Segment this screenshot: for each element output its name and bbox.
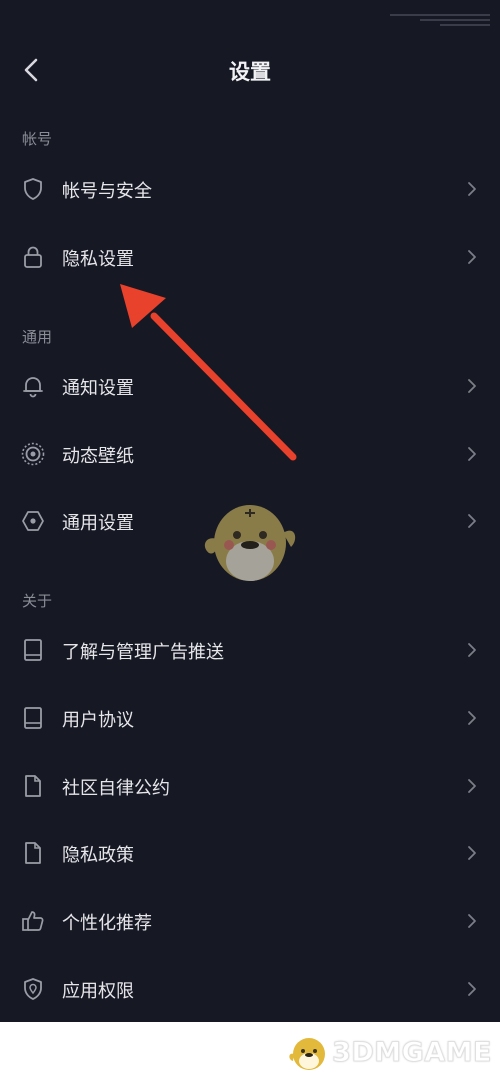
settings-item-label: 隐私政策 xyxy=(62,845,134,866)
section-label-about: 关于 xyxy=(22,592,53,610)
book-icon xyxy=(24,707,42,729)
chevron-right-icon xyxy=(468,914,476,928)
chevron-right-icon xyxy=(468,250,476,264)
chevron-right-icon xyxy=(468,846,476,860)
chevron-right-icon xyxy=(468,779,476,793)
settings-item-label: 应用权限 xyxy=(62,981,134,1002)
settings-item-label: 社区自律公约 xyxy=(62,778,170,799)
watermark-text: 3DMGAME xyxy=(332,1036,492,1068)
settings-item-ad-management[interactable]: 了解与管理广告推送 xyxy=(0,619,500,681)
chevron-right-icon xyxy=(468,982,476,996)
live-wallpaper-icon xyxy=(21,442,45,466)
settings-item-label: 通用设置 xyxy=(62,513,134,534)
settings-item-user-agreement[interactable]: 用户协议 xyxy=(0,687,500,749)
chevron-right-icon xyxy=(468,711,476,725)
status-indicators xyxy=(390,14,490,26)
settings-item-label: 了解与管理广告推送 xyxy=(62,642,224,663)
lock-icon xyxy=(24,246,42,268)
settings-item-community-rules[interactable]: 社区自律公约 xyxy=(0,755,500,817)
thumbs-up-icon xyxy=(22,911,44,931)
watermark-logo: 3DMGAME xyxy=(286,1034,492,1070)
mascot-watermark-icon xyxy=(204,505,296,581)
shield-icon xyxy=(24,178,42,200)
chevron-right-icon xyxy=(468,643,476,657)
mascot-logo-icon xyxy=(289,1038,326,1070)
bell-icon xyxy=(23,377,43,398)
annotation-arrow-icon xyxy=(120,284,297,461)
settings-item-label: 个性化推荐 xyxy=(62,913,152,934)
shield-location-icon xyxy=(24,978,42,1000)
chevron-right-icon xyxy=(468,379,476,393)
document-icon xyxy=(25,775,41,797)
settings-item-privacy-policy[interactable]: 隐私政策 xyxy=(0,822,500,884)
hexagon-settings-icon xyxy=(22,511,44,531)
settings-item-personalized-recommendation[interactable]: 个性化推荐 xyxy=(0,890,500,952)
chevron-right-icon xyxy=(468,514,476,528)
chevron-right-icon xyxy=(468,447,476,461)
book-icon xyxy=(24,639,42,661)
page-title: 设置 xyxy=(229,60,271,84)
chevron-right-icon xyxy=(468,182,476,196)
section-label-account: 帐号 xyxy=(22,130,53,148)
header: 设置 xyxy=(0,40,500,100)
document-icon xyxy=(25,842,41,864)
settings-item-label: 帐号与安全 xyxy=(62,181,152,202)
status-bar xyxy=(0,0,500,36)
settings-item-label: 用户协议 xyxy=(62,710,134,731)
section-label-general: 通用 xyxy=(22,328,53,346)
settings-item-app-permissions[interactable]: 应用权限 xyxy=(0,958,500,1020)
settings-item-label: 隐私设置 xyxy=(62,249,134,270)
bottom-area: 3DMGAME xyxy=(0,1022,500,1084)
settings-item-account-security[interactable]: 帐号与安全 xyxy=(0,158,500,220)
settings-item-privacy[interactable]: 隐私设置 xyxy=(0,226,500,288)
